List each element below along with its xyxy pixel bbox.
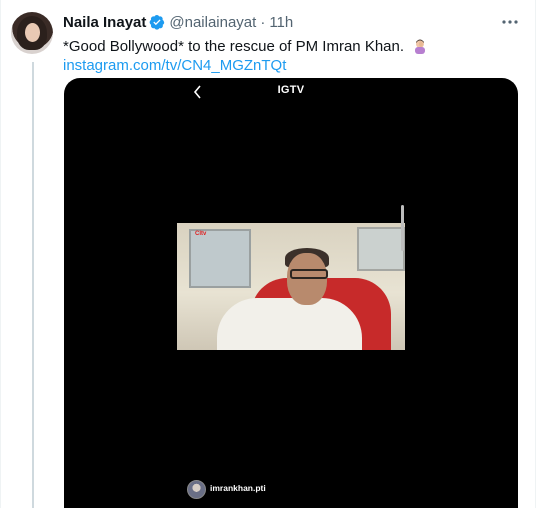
video-channel-logo: Cltv: [195, 231, 207, 237]
video-person-body: [217, 298, 362, 350]
more-button[interactable]: [499, 12, 521, 32]
author-name[interactable]: Naila Inayat: [63, 14, 146, 31]
tweet-timestamp[interactable]: 11h: [269, 14, 293, 31]
video-person-head: [287, 253, 327, 305]
video-frame[interactable]: Cltv: [177, 223, 405, 350]
video-person-glasses: [290, 269, 328, 279]
verified-badge-icon: [150, 15, 165, 30]
media-card[interactable]: IGTV Cltv imrankhan.pti: [64, 78, 518, 508]
tweet-header: Naila Inayat @nailainayat · 11h: [63, 12, 293, 32]
instagram-link[interactable]: instagram.com/tv/CN4_MGZnTQt: [63, 56, 286, 76]
frame-border-left: [0, 0, 1, 508]
tweet-text: *Good Bollywood* to the rescue of PM Imr…: [63, 37, 428, 57]
avatar-face: [25, 23, 40, 42]
facepalm-emoji-icon: [415, 39, 426, 54]
account-name[interactable]: imrankhan.pti: [210, 483, 266, 493]
tweet-body: *Good Bollywood* to the rescue of PM Imr…: [63, 38, 405, 55]
video-scrollbar[interactable]: [401, 205, 404, 251]
account-avatar[interactable]: [187, 480, 206, 499]
thread-line: [32, 62, 34, 508]
video-window-right: [357, 227, 405, 271]
more-icon: [502, 20, 518, 24]
author-avatar[interactable]: [11, 12, 53, 54]
video-window: [189, 229, 251, 288]
igtv-title: IGTV: [277, 84, 305, 96]
separator-dot: ·: [260, 13, 266, 31]
author-handle[interactable]: @nailainayat: [169, 14, 256, 31]
